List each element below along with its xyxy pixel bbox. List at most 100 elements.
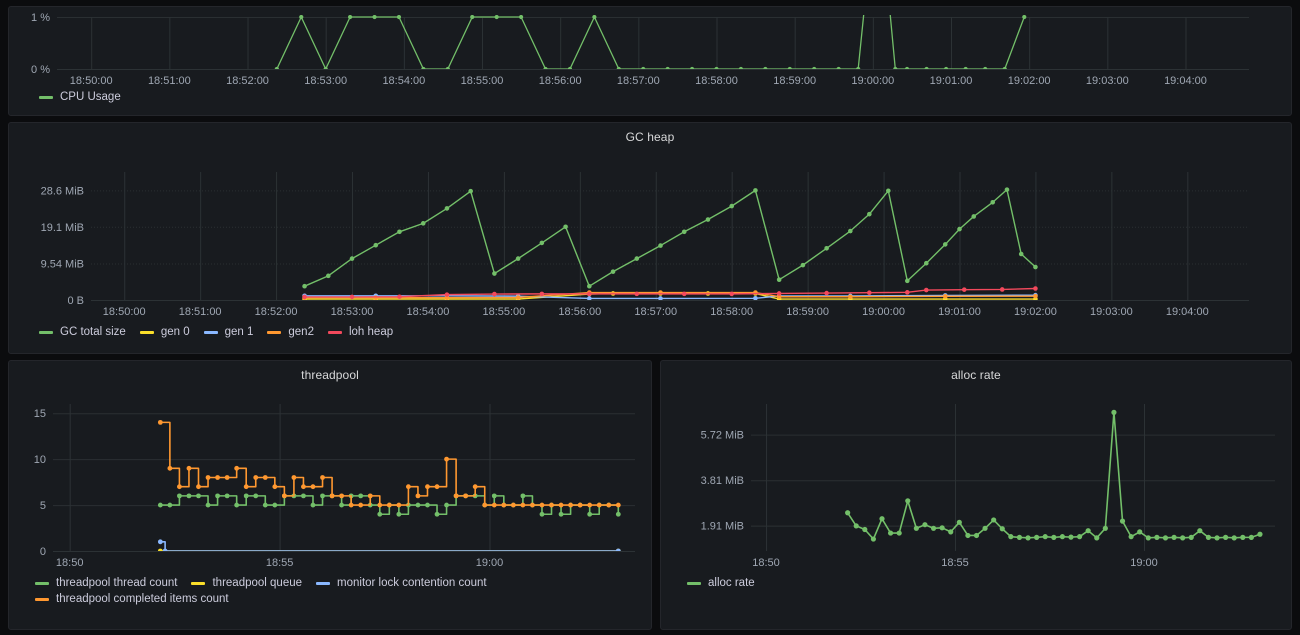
- legend-color-swatch: [139, 330, 154, 334]
- panel-alloc-rate[interactable]: alloc rate 1.91 MiB 3.81 MiB 5.72 MiB 18:50…: [660, 360, 1292, 630]
- legend-series-label: GC total size: [60, 326, 126, 338]
- svg-text:19:00: 19:00: [476, 557, 504, 569]
- svg-text:19:00:00: 19:00:00: [862, 306, 905, 318]
- svg-text:0: 0: [40, 546, 46, 558]
- threadpool-chart: 0 5 10 15 18:50 18:55 19:00: [34, 404, 635, 569]
- alloc-rate-chart: 1.91 MiB 3.81 MiB 5.72 MiB 18:50 18:55 19:00: [701, 404, 1275, 569]
- svg-text:18:50: 18:50: [56, 557, 84, 569]
- gc-heap-title: GC heap: [625, 130, 675, 144]
- svg-text:1 %: 1 %: [31, 12, 50, 24]
- legend-item[interactable]: alloc rate: [687, 577, 755, 589]
- svg-text:18:58:00: 18:58:00: [710, 306, 753, 318]
- svg-text:18:54:00: 18:54:00: [382, 75, 425, 87]
- legend-item[interactable]: threadpool queue: [191, 577, 302, 589]
- legend-color-swatch: [203, 330, 218, 334]
- svg-text:18:50:00: 18:50:00: [70, 75, 113, 87]
- svg-text:0 %: 0 %: [31, 64, 50, 76]
- legend-color-swatch: [191, 581, 206, 585]
- legend-item[interactable]: threadpool completed items count: [35, 593, 229, 605]
- legend-item[interactable]: gen 1: [203, 326, 254, 338]
- svg-text:18:59:00: 18:59:00: [786, 306, 829, 318]
- legend-series-label: alloc rate: [708, 577, 755, 589]
- alloc-rate-legend: alloc rate: [661, 577, 1291, 589]
- cpu-usage-chart: 0 % 1 % 18:50:00 18:51:00 18:52:00 18:53:00 18…: [31, 12, 1249, 87]
- svg-text:18:59:00: 18:59:00: [773, 75, 816, 87]
- svg-text:19:03:00: 19:03:00: [1086, 75, 1129, 87]
- legend-series-label: loh heap: [348, 326, 394, 338]
- svg-text:18:53:00: 18:53:00: [304, 75, 347, 87]
- svg-text:18:53:00: 18:53:00: [331, 306, 374, 318]
- legend-color-swatch: [327, 330, 342, 334]
- legend-series-label: threadpool queue: [212, 577, 303, 589]
- legend-item[interactable]: gen2: [267, 326, 314, 338]
- grafana-dashboard: 0 % 1 % 18:50:00 18:51:00 18:52:00 18:53:00 18…: [0, 0, 1300, 635]
- panel-threadpool[interactable]: threadpool 0 5 10 15 18:50 18:55 19:00 threadp…: [8, 360, 652, 630]
- legend-item[interactable]: gen 0: [139, 326, 190, 338]
- svg-text:18:55:00: 18:55:00: [482, 306, 525, 318]
- svg-text:19:04:00: 19:04:00: [1166, 306, 1209, 318]
- panel-cpu-usage[interactable]: 0 % 1 % 18:50:00 18:51:00 18:52:00 18:53:00 18…: [8, 6, 1292, 116]
- svg-text:19:01:00: 19:01:00: [938, 306, 981, 318]
- legend-series-label: threadpool thread count: [56, 577, 178, 589]
- svg-text:0 B: 0 B: [67, 295, 84, 307]
- svg-text:18:56:00: 18:56:00: [558, 306, 601, 318]
- svg-text:19:00: 19:00: [1130, 557, 1158, 569]
- cpu-usage-plot[interactable]: 0 % 1 % 18:50:00 18:51:00 18:52:00 18:53:00 18…: [9, 7, 1291, 91]
- svg-text:19.1 MiB: 19.1 MiB: [41, 222, 84, 234]
- cpu-usage-legend: CPU Usage: [9, 91, 1291, 103]
- svg-text:19:02:00: 19:02:00: [1014, 306, 1057, 318]
- svg-text:18:57:00: 18:57:00: [617, 75, 660, 87]
- svg-text:18:52:00: 18:52:00: [255, 306, 298, 318]
- svg-text:18:52:00: 18:52:00: [226, 75, 269, 87]
- svg-text:18:50: 18:50: [752, 557, 780, 569]
- legend-color-swatch: [316, 581, 331, 585]
- alloc-rate-title: alloc rate: [951, 368, 1001, 382]
- svg-text:18:55: 18:55: [266, 557, 294, 569]
- legend-color-swatch: [39, 95, 53, 99]
- svg-text:19:03:00: 19:03:00: [1090, 306, 1133, 318]
- legend-series-label: monitor lock contention count: [337, 577, 487, 589]
- legend-item[interactable]: monitor lock contention count: [316, 577, 487, 589]
- threadpool-legend: threadpool thread count threadpool queue m…: [9, 577, 651, 605]
- threadpool-plot[interactable]: 0 5 10 15 18:50 18:55 19:00: [9, 382, 651, 577]
- svg-text:18:57:00: 18:57:00: [634, 306, 677, 318]
- svg-text:5.72 MiB: 5.72 MiB: [701, 430, 744, 442]
- svg-text:18:56:00: 18:56:00: [539, 75, 582, 87]
- svg-text:19:02:00: 19:02:00: [1008, 75, 1051, 87]
- svg-text:18:51:00: 18:51:00: [179, 306, 222, 318]
- legend-color-swatch: [35, 581, 49, 585]
- threadpool-title: threadpool: [301, 368, 359, 382]
- svg-text:18:55: 18:55: [941, 557, 969, 569]
- svg-text:18:58:00: 18:58:00: [695, 75, 738, 87]
- legend-series-label: gen 1: [224, 326, 254, 338]
- legend-color-swatch: [267, 330, 282, 334]
- legend-item[interactable]: threadpool thread count: [35, 577, 177, 589]
- gc-heap-legend: GC total size gen 0 gen 1 gen2 loh heap: [9, 326, 1291, 338]
- svg-text:18:51:00: 18:51:00: [148, 75, 191, 87]
- svg-text:18:55:00: 18:55:00: [461, 75, 504, 87]
- svg-text:10: 10: [34, 454, 46, 466]
- legend-color-swatch: [687, 581, 701, 585]
- svg-text:19:01:00: 19:01:00: [930, 75, 973, 87]
- panel-gc-heap[interactable]: GC heap 0 B 9.54 MiB 19.1 MiB 28.6 MiB 18:50…: [8, 122, 1292, 354]
- legend-item[interactable]: loh heap: [327, 326, 394, 338]
- svg-text:1.91 MiB: 1.91 MiB: [701, 521, 744, 533]
- svg-text:18:54:00: 18:54:00: [407, 306, 450, 318]
- svg-text:19:04:00: 19:04:00: [1164, 75, 1207, 87]
- gc-heap-plot[interactable]: 0 B 9.54 MiB 19.1 MiB 28.6 MiB 18:50:00 18:51…: [9, 144, 1291, 326]
- alloc-rate-plot[interactable]: 1.91 MiB 3.81 MiB 5.72 MiB 18:50 18:55 19:00: [661, 382, 1291, 577]
- legend-item[interactable]: CPU Usage: [39, 91, 121, 103]
- svg-text:18:50:00: 18:50:00: [103, 306, 146, 318]
- legend-item[interactable]: GC total size: [39, 326, 126, 338]
- legend-series-label: threadpool completed items count: [56, 593, 229, 605]
- legend-series-label: gen 0: [160, 326, 190, 338]
- svg-text:15: 15: [34, 408, 46, 420]
- legend-series-label: CPU Usage: [60, 91, 121, 103]
- legend-color-swatch: [35, 597, 49, 601]
- legend-series-label: gen2: [288, 326, 314, 338]
- svg-text:3.81 MiB: 3.81 MiB: [701, 475, 744, 487]
- legend-color-swatch: [39, 330, 53, 334]
- svg-text:5: 5: [40, 500, 46, 512]
- svg-text:28.6 MiB: 28.6 MiB: [41, 185, 84, 197]
- gc-heap-chart: 0 B 9.54 MiB 19.1 MiB 28.6 MiB 18:50:00 18:51…: [41, 172, 1249, 318]
